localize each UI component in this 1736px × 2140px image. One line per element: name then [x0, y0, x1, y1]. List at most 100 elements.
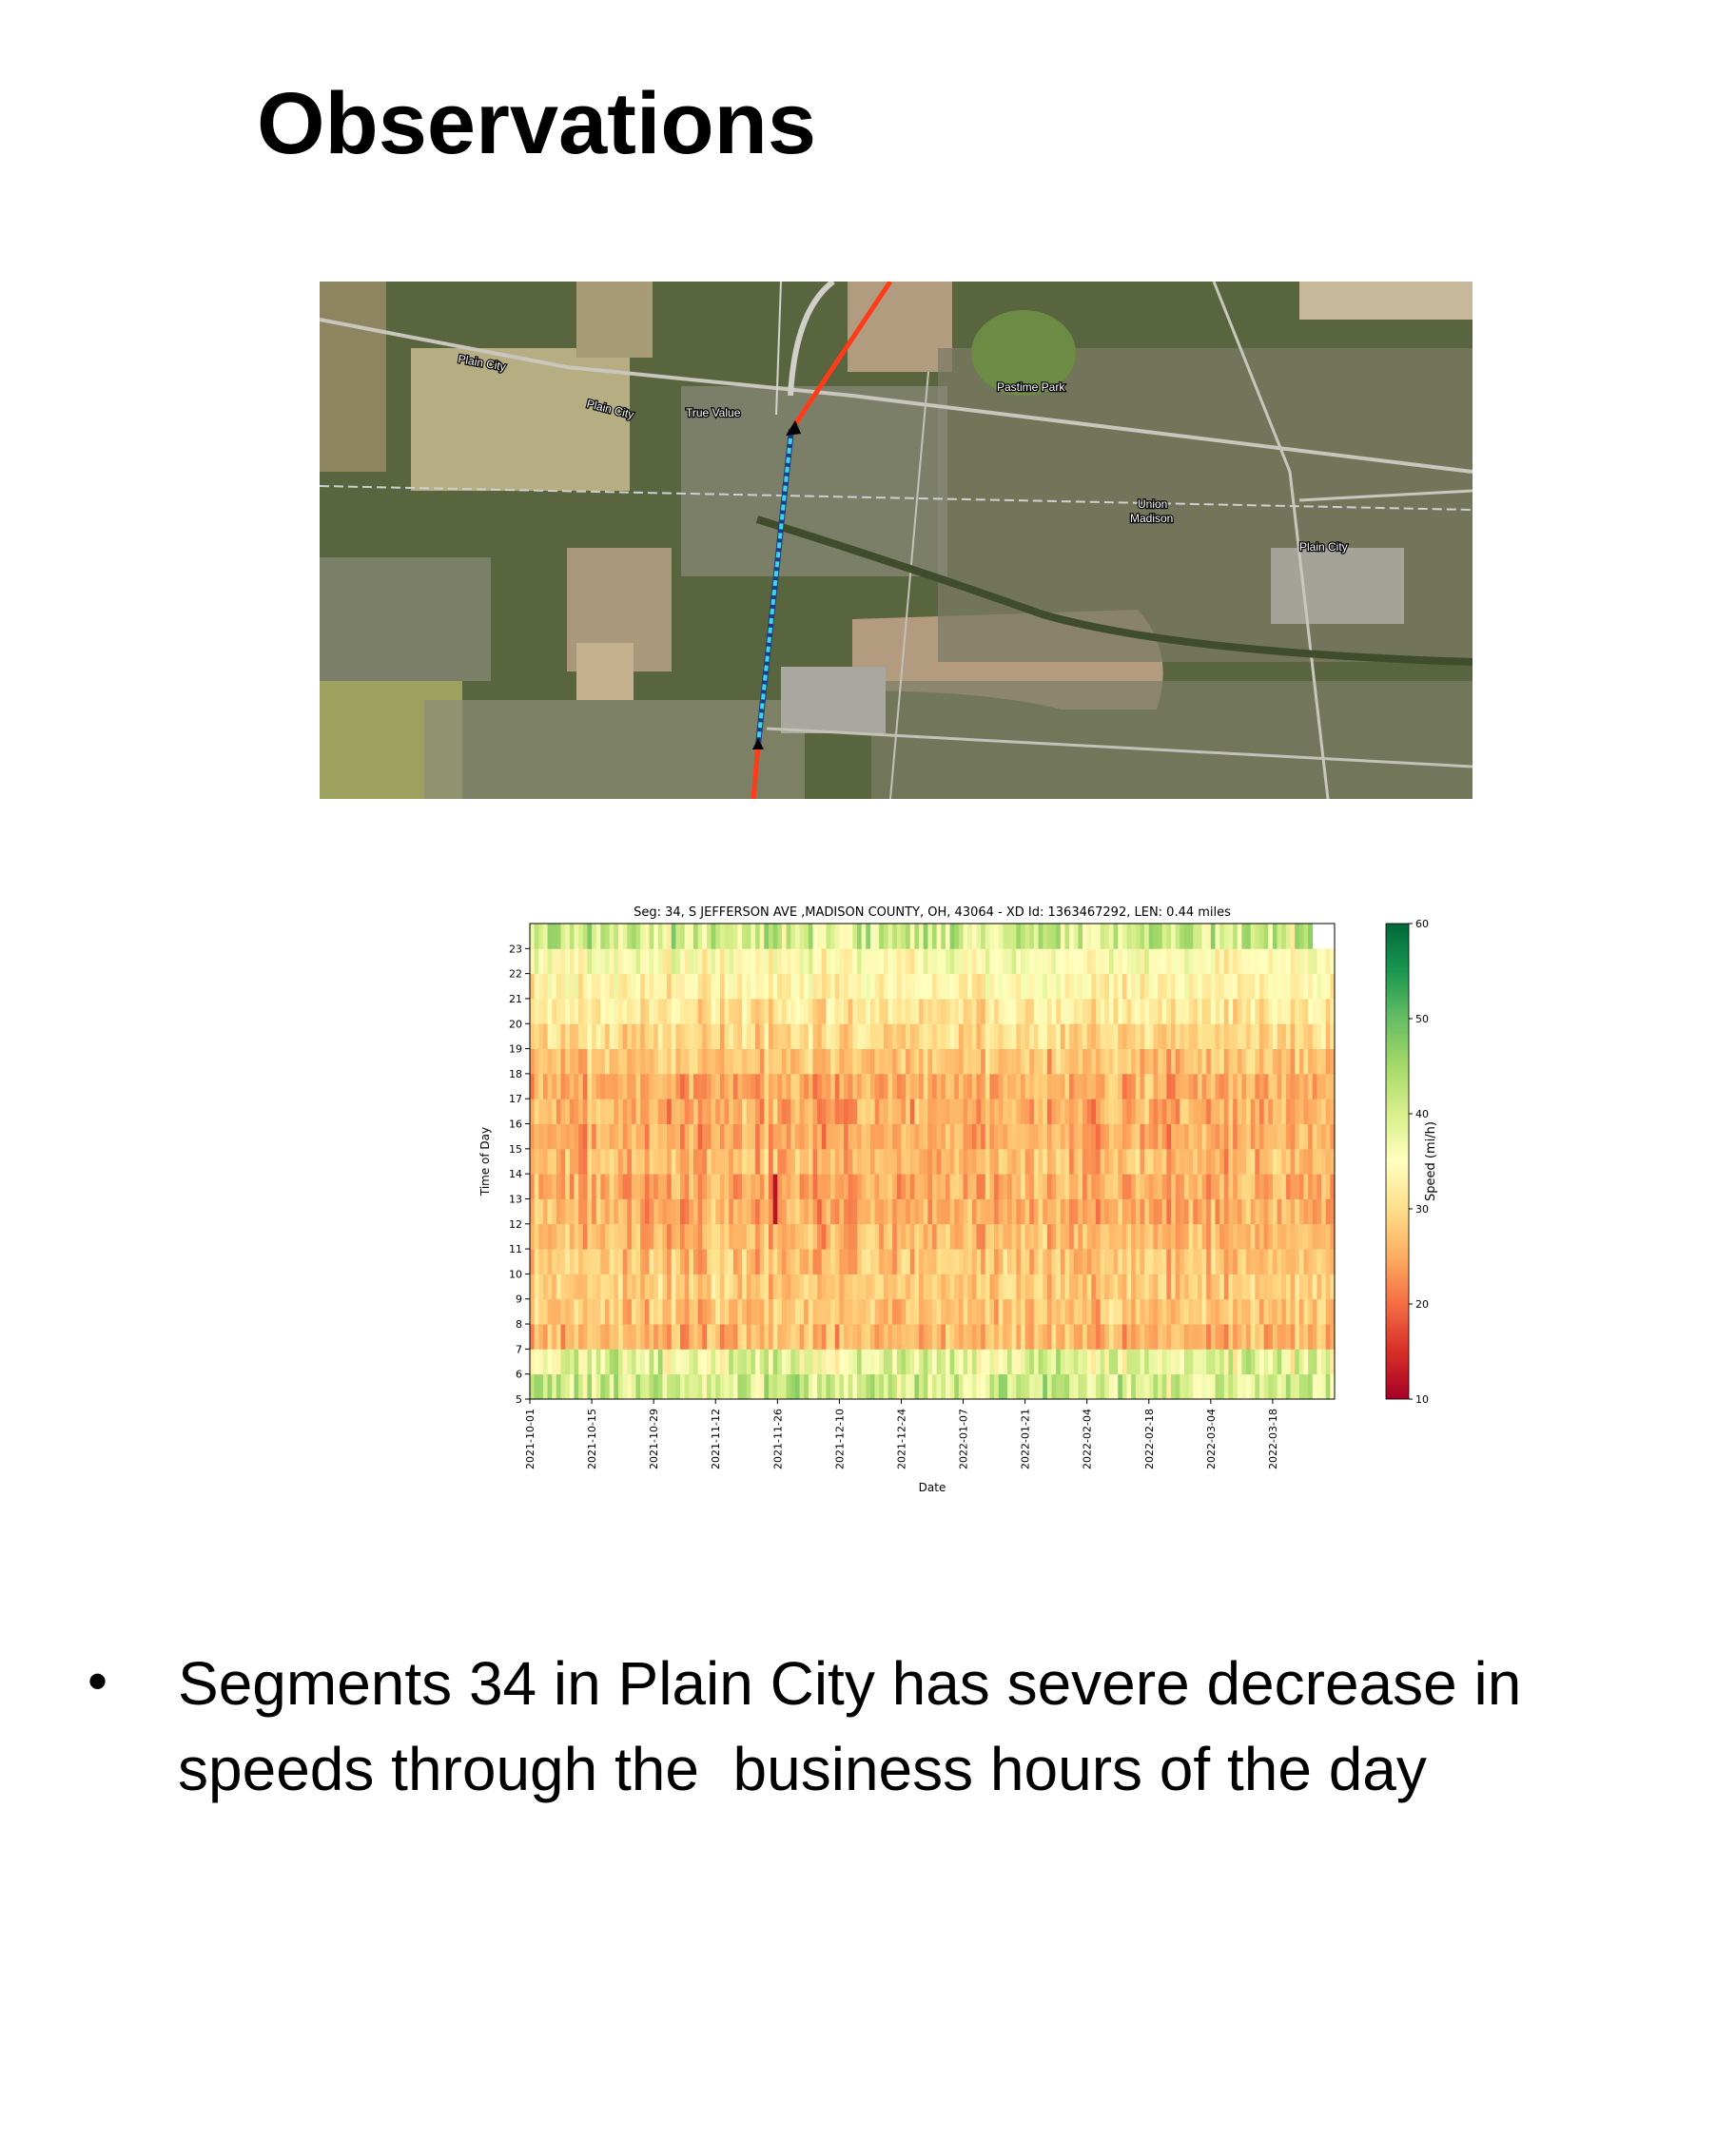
- heatmap-cell: [1104, 1198, 1110, 1225]
- heatmap-cell: [1011, 924, 1017, 949]
- heatmap-cell: [534, 948, 539, 975]
- heatmap-cell: [963, 1048, 968, 1075]
- heatmap-cell: [1219, 1048, 1225, 1075]
- heatmap-cell: [1148, 1349, 1154, 1375]
- heatmap-cell: [1007, 1048, 1013, 1075]
- heatmap-cell: [1060, 1148, 1065, 1175]
- heatmap-cell: [1056, 1198, 1062, 1225]
- heatmap-cell: [737, 1349, 743, 1375]
- heatmap-cell: [834, 998, 840, 1024]
- heatmap-cell: [830, 1073, 836, 1099]
- heatmap-cell: [542, 948, 548, 975]
- heatmap-cell: [680, 924, 686, 949]
- heatmap-cell: [901, 1148, 907, 1175]
- heatmap-cell: [715, 1373, 721, 1400]
- heatmap-cell: [662, 1198, 668, 1225]
- heatmap-cell: [1250, 1148, 1256, 1175]
- heatmap-cell: [1258, 1174, 1265, 1199]
- heatmap-cell: [869, 1198, 875, 1225]
- x-axis-label: Date: [919, 1481, 946, 1494]
- heatmap-cell: [667, 1249, 673, 1274]
- heatmap-cell: [941, 1099, 946, 1124]
- heatmap-cell: [1223, 1349, 1229, 1375]
- heatmap-cell: [1233, 1349, 1239, 1375]
- heatmap-cell: [1312, 1123, 1317, 1150]
- heatmap-cell: [547, 1048, 553, 1075]
- heatmap-cell: [684, 1099, 690, 1124]
- heatmap-cell: [1210, 973, 1216, 1000]
- heatmap-cell: [1064, 1198, 1070, 1225]
- heatmap-cell: [949, 948, 955, 975]
- heatmap-cell: [769, 1123, 774, 1150]
- heatmap-cell: [617, 1073, 624, 1099]
- heatmap-cell: [852, 973, 858, 1000]
- heatmap-cell: [764, 1373, 770, 1400]
- heatmap-cell: [542, 998, 548, 1024]
- heatmap-cell: [614, 1198, 619, 1225]
- heatmap-cell: [675, 1349, 681, 1375]
- heatmap-cell: [1016, 948, 1022, 975]
- heatmap-cell: [896, 1198, 902, 1225]
- heatmap-cell: [732, 1148, 738, 1175]
- heatmap-cell: [1118, 1023, 1123, 1049]
- heatmap-cell: [1161, 1373, 1167, 1400]
- heatmap-cell: [569, 1223, 575, 1250]
- heatmap-cell: [1290, 1223, 1296, 1250]
- heatmap-cell: [852, 1123, 858, 1150]
- heatmap-cell: [772, 1048, 778, 1075]
- heatmap-cell: [1197, 1048, 1202, 1075]
- heatmap-cell: [1312, 1073, 1317, 1099]
- heatmap-cell: [817, 1023, 823, 1049]
- heatmap-cell: [1210, 1123, 1216, 1150]
- heatmap-cell: [958, 1048, 964, 1075]
- heatmap-cell: [1166, 1223, 1172, 1250]
- heatmap-cell: [1091, 924, 1097, 949]
- heatmap-cell: [592, 1073, 597, 1099]
- bullet-marker: •: [88, 1649, 108, 1713]
- heatmap-cell: [1197, 1223, 1202, 1250]
- heatmap-cell: [909, 1023, 915, 1049]
- heatmap-cell: [697, 1349, 703, 1375]
- heatmap-cell: [1038, 1298, 1044, 1325]
- heatmap-cell: [1144, 998, 1150, 1024]
- heatmap-cell: [1188, 1373, 1194, 1400]
- heatmap-cell: [1303, 998, 1309, 1024]
- heatmap-cell: [1086, 998, 1092, 1024]
- heatmap-cell: [746, 1198, 751, 1225]
- heatmap-cell: [1029, 1048, 1035, 1075]
- heatmap-cell: [879, 1223, 885, 1250]
- heatmap-cell: [1290, 1048, 1296, 1075]
- heatmap-cell: [1290, 1324, 1296, 1350]
- heatmap-cell: [675, 1249, 681, 1274]
- heatmap-cell: [932, 1099, 938, 1124]
- heatmap-cell: [706, 1349, 712, 1375]
- heatmap-cell: [826, 1198, 831, 1225]
- heatmap-cell: [1250, 1198, 1256, 1225]
- heatmap-cell: [856, 948, 863, 975]
- heatmap-cell: [1197, 1324, 1202, 1350]
- heatmap-cell: [826, 973, 831, 1000]
- heatmap-cell: [958, 973, 964, 1000]
- heatmap-cell: [1237, 1148, 1242, 1175]
- heatmap-cell: [1161, 1148, 1167, 1175]
- heatmap-cell: [1140, 1073, 1145, 1099]
- heatmap-cell: [547, 1073, 553, 1099]
- heatmap-cell: [631, 1373, 636, 1400]
- heatmap-cell: [587, 1123, 593, 1150]
- heatmap-cell: [671, 948, 676, 975]
- heatmap-cell: [812, 1249, 818, 1274]
- heatmap-cell: [1180, 1298, 1185, 1325]
- heatmap-cell: [821, 998, 827, 1024]
- heatmap-cell: [869, 1223, 875, 1250]
- heatmap-cell: [1046, 1073, 1052, 1099]
- heatmap-cell: [1295, 1099, 1300, 1124]
- heatmap-cell: [808, 1023, 813, 1049]
- heatmap-cell: [1086, 1223, 1092, 1250]
- heatmap-cell: [1317, 1073, 1322, 1099]
- heatmap-cell: [627, 1148, 633, 1175]
- heatmap-cell: [901, 1174, 907, 1199]
- heatmap-cell: [755, 948, 761, 975]
- heatmap-cell: [742, 1123, 748, 1150]
- heatmap-cell: [649, 1174, 654, 1199]
- heatmap-cell: [706, 1099, 712, 1124]
